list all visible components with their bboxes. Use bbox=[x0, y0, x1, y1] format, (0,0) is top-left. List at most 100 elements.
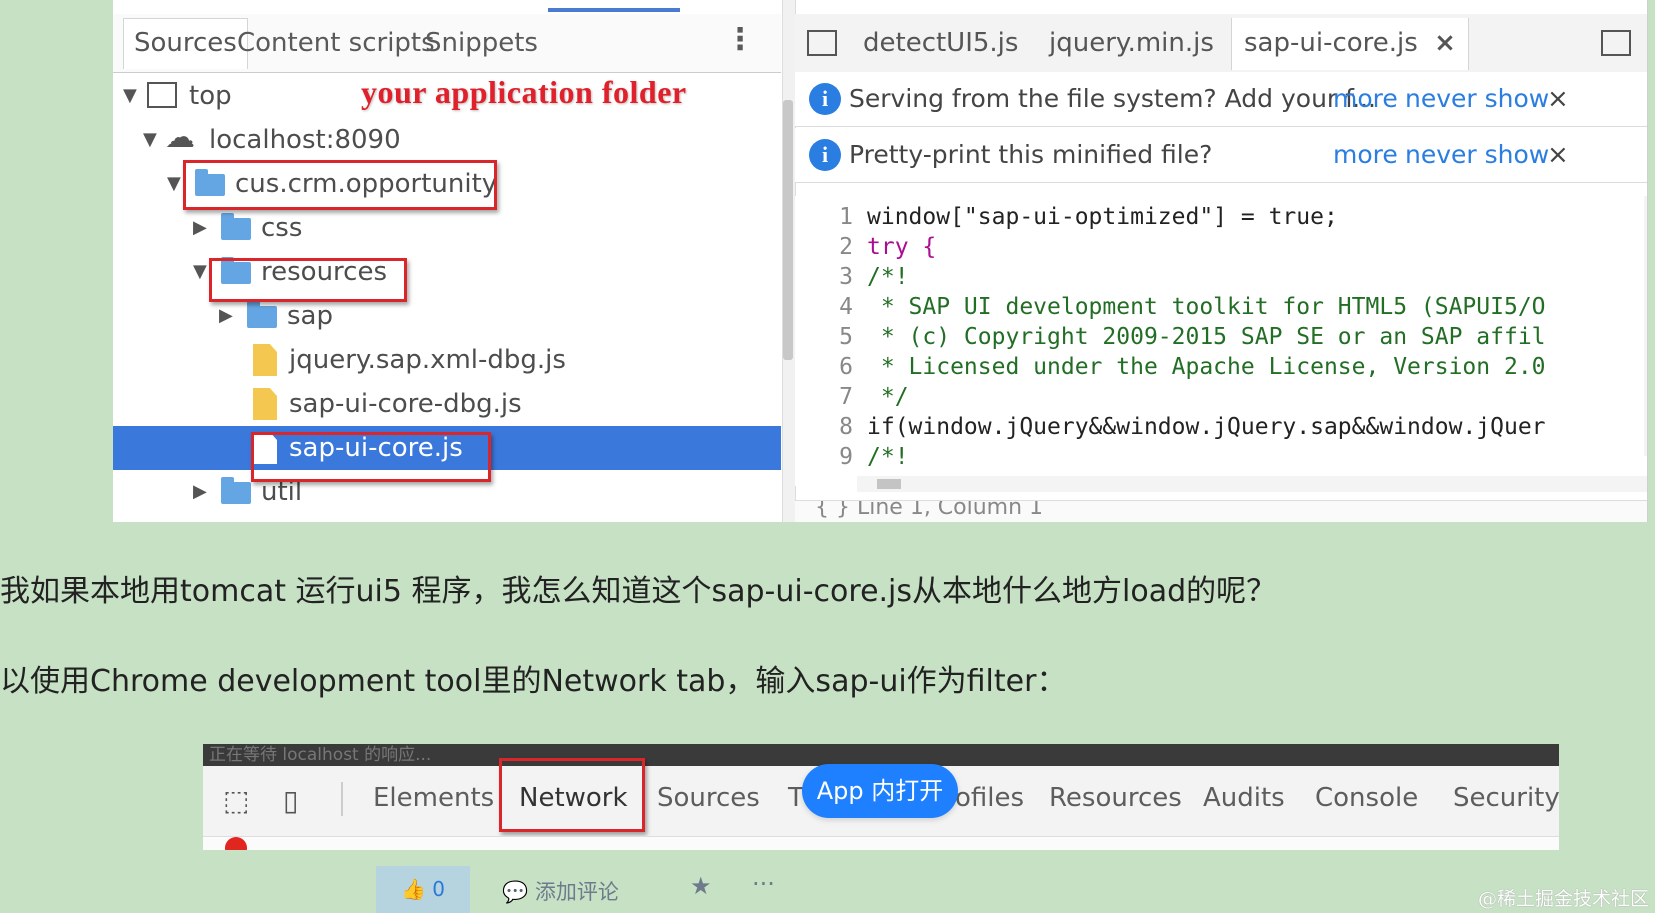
network-toolbar bbox=[203, 836, 1559, 850]
tree-label: sap-ui-core-dbg.js bbox=[289, 389, 522, 419]
tab-console[interactable]: Console bbox=[1315, 776, 1418, 820]
toolbar-divider bbox=[341, 782, 343, 816]
tab-content-scripts[interactable]: Content scripts bbox=[237, 28, 435, 58]
expand-arrow-icon[interactable]: ▼ bbox=[193, 250, 207, 294]
never-show-link[interactable]: never show bbox=[1405, 72, 1549, 126]
highlight-box bbox=[499, 758, 645, 832]
comment-label: 添加评论 bbox=[534, 880, 619, 904]
code-line: /*! bbox=[867, 444, 909, 470]
close-tab-icon[interactable]: × bbox=[1434, 28, 1456, 58]
never-show-link[interactable]: never show bbox=[1405, 128, 1549, 182]
toggle-navigator-icon[interactable] bbox=[807, 30, 837, 56]
expand-arrow-icon[interactable]: ▼ bbox=[143, 118, 157, 162]
navigator-tabbar: Sources Content scripts Snippets ⋮ bbox=[113, 14, 781, 73]
info-bar-pretty-print: i Pretty-print this minified file? more … bbox=[795, 128, 1647, 183]
more-icon[interactable]: ··· bbox=[752, 870, 775, 898]
tree-label: jquery.sap.xml-dbg.js bbox=[289, 345, 566, 375]
folder-icon bbox=[221, 477, 251, 504]
code-horizontal-scrollbar[interactable] bbox=[857, 476, 1647, 492]
star-icon[interactable]: ★ bbox=[690, 872, 712, 900]
like-button[interactable]: 👍 0 bbox=[376, 866, 470, 913]
tree-item-file[interactable]: sap-ui-core-dbg.js bbox=[113, 382, 781, 426]
more-menu-icon[interactable]: ⋮ bbox=[725, 22, 755, 57]
tab-security[interactable]: Security bbox=[1453, 776, 1559, 820]
navigator-scrollbar[interactable] bbox=[783, 100, 793, 360]
tab-detectui5[interactable]: detectUI5.js bbox=[863, 28, 1018, 58]
watermark: @稀土掘金技术社区 bbox=[1477, 888, 1649, 910]
info-text: Pretty-print this minified file? bbox=[849, 140, 1213, 169]
close-icon[interactable]: × bbox=[1547, 128, 1569, 182]
tree-label: top bbox=[189, 81, 232, 111]
tab-snippets[interactable]: Snippets bbox=[425, 28, 538, 58]
tab-sap-ui-core[interactable]: sap-ui-core.js × bbox=[1231, 18, 1469, 70]
scroll-thumb[interactable] bbox=[877, 479, 901, 489]
comment-icon: 💬 bbox=[502, 880, 529, 904]
collapse-arrow-icon[interactable]: ▶ bbox=[193, 206, 207, 250]
article-action-bar bbox=[0, 850, 1655, 913]
code-line: */ bbox=[867, 384, 909, 410]
more-link[interactable]: more bbox=[1333, 128, 1398, 182]
code-line: if(window.jQuery&&window.jQuery.sap&&win… bbox=[867, 414, 1546, 440]
code-line: * Licensed under the Apache License, Ver… bbox=[867, 354, 1546, 380]
code-line: /*! bbox=[867, 264, 909, 290]
tab-label: sap-ui-core.js bbox=[1244, 28, 1418, 58]
info-text: Serving from the file system? Add your f… bbox=[849, 84, 1376, 113]
code-line: window["sap-ui-optimized"] = true; bbox=[867, 204, 1338, 230]
toggle-debugger-icon[interactable] bbox=[1601, 30, 1631, 56]
frame-icon bbox=[147, 82, 177, 108]
tab-resources[interactable]: Resources bbox=[1049, 776, 1182, 820]
tab-sources[interactable]: Sources bbox=[123, 18, 248, 69]
js-file-icon bbox=[253, 344, 277, 376]
tab-sources[interactable]: Sources bbox=[657, 776, 760, 820]
active-tab-indicator bbox=[548, 8, 680, 12]
highlight-box bbox=[209, 258, 407, 302]
line-number: 6 bbox=[839, 354, 853, 380]
tree-item-top[interactable]: ▼ top bbox=[113, 74, 781, 118]
tree-item-file[interactable]: jquery.sap.xml-dbg.js bbox=[113, 338, 781, 382]
folder-icon bbox=[221, 213, 251, 240]
tab-elements[interactable]: Elements bbox=[373, 776, 494, 820]
status-text: { } Line 1, Column 1 bbox=[815, 500, 1044, 520]
line-number: 9 bbox=[839, 444, 853, 470]
devtools-sources-screenshot: Sources Content scripts Snippets ⋮ your … bbox=[113, 0, 1648, 522]
cloud-icon: ☁ bbox=[165, 120, 195, 155]
tab-jquery-min[interactable]: jquery.min.js bbox=[1049, 28, 1214, 58]
tab-timeline-partial[interactable]: T bbox=[788, 776, 804, 820]
device-mode-icon[interactable]: ▯ bbox=[283, 784, 298, 817]
code-vertical-scrollbar[interactable] bbox=[1644, 196, 1648, 456]
line-number: 7 bbox=[839, 384, 853, 410]
highlight-box bbox=[251, 432, 491, 482]
expand-arrow-icon[interactable]: ▼ bbox=[167, 162, 181, 206]
code-editor[interactable]: 1 2 3 4 5 6 7 8 9 window["sap-ui-optimiz… bbox=[795, 196, 1647, 486]
paragraph-question: 我如果本地用tomcat 运行ui5 程序，我怎么知道这个sap-ui-core… bbox=[0, 574, 1277, 609]
code-line: * SAP UI development toolkit for HTML5 (… bbox=[867, 294, 1546, 320]
expand-arrow-icon[interactable]: ▼ bbox=[123, 74, 137, 118]
thumbs-up-icon: 👍 bbox=[401, 877, 426, 901]
like-count: 0 bbox=[432, 877, 445, 901]
collapse-arrow-icon[interactable]: ▶ bbox=[193, 470, 207, 514]
line-number: 5 bbox=[839, 324, 853, 350]
tree-item-css[interactable]: ▶ css bbox=[113, 206, 781, 250]
tree-label: localhost:8090 bbox=[209, 125, 401, 155]
highlight-box bbox=[183, 160, 497, 210]
inspect-element-icon[interactable]: ⬚ bbox=[223, 784, 249, 817]
record-icon[interactable] bbox=[225, 837, 247, 850]
line-number: 2 bbox=[839, 234, 853, 260]
tab-profiles-partial[interactable]: ofiles bbox=[955, 776, 1024, 820]
comment-button[interactable]: 💬 添加评论 bbox=[502, 876, 619, 906]
scroll-thumb[interactable] bbox=[1647, 216, 1648, 236]
code-line: try { bbox=[867, 234, 937, 260]
line-number: 1 bbox=[839, 204, 853, 230]
code-line: * (c) Copyright 2009-2015 SAP SE or an S… bbox=[867, 324, 1546, 350]
info-bar-filesystem: i Serving from the file system? Add your… bbox=[795, 72, 1647, 127]
info-icon: i bbox=[809, 83, 841, 115]
paragraph-answer: 以使用Chrome development tool里的Network tab，… bbox=[0, 664, 1067, 699]
tree-item-host[interactable]: ▼ ☁ localhost:8090 bbox=[113, 118, 781, 162]
line-number: 8 bbox=[839, 414, 853, 440]
tree-label: css bbox=[261, 213, 303, 243]
tab-audits[interactable]: Audits bbox=[1203, 776, 1285, 820]
close-icon[interactable]: × bbox=[1547, 72, 1569, 126]
more-link[interactable]: more bbox=[1333, 72, 1398, 126]
open-in-app-button[interactable]: App 内打开 bbox=[802, 764, 958, 818]
loading-status-bar: 正在等待 localhost 的响应... bbox=[203, 744, 1559, 766]
